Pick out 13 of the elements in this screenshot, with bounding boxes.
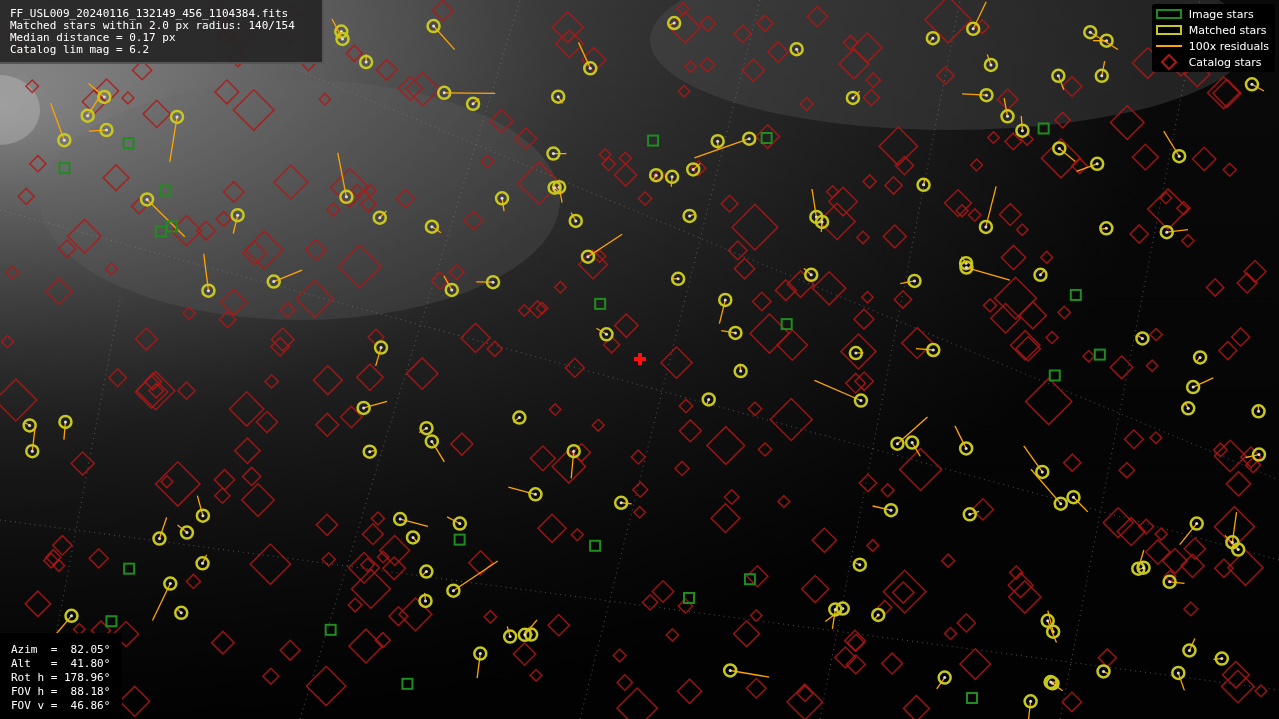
pointing-text: Alt = 41.80° [11,657,111,671]
pointing-text: Azim = 82.05° [11,643,111,657]
info-text: Matched stars within 2.0 px radius: 140/154 [10,20,296,32]
pointing-text: FOV v = 46.86° [11,699,111,713]
legend-label: Catalog stars [1188,55,1262,69]
legend-label: Matched stars [1188,23,1267,37]
legend-label: Image stars [1188,7,1254,21]
info-text: Catalog lim mag = 6.2 [10,44,151,56]
info-text: FF_USL009_20240116_132149_456_1104384.fits [10,8,290,20]
pointing-text: Rot h = 178.96° [11,671,111,685]
info-text: Median distance = 0.17 px [10,32,177,44]
legend-label: 100x residuals [1188,39,1269,53]
pointing-text: FOV h = 88.18° [11,685,111,699]
